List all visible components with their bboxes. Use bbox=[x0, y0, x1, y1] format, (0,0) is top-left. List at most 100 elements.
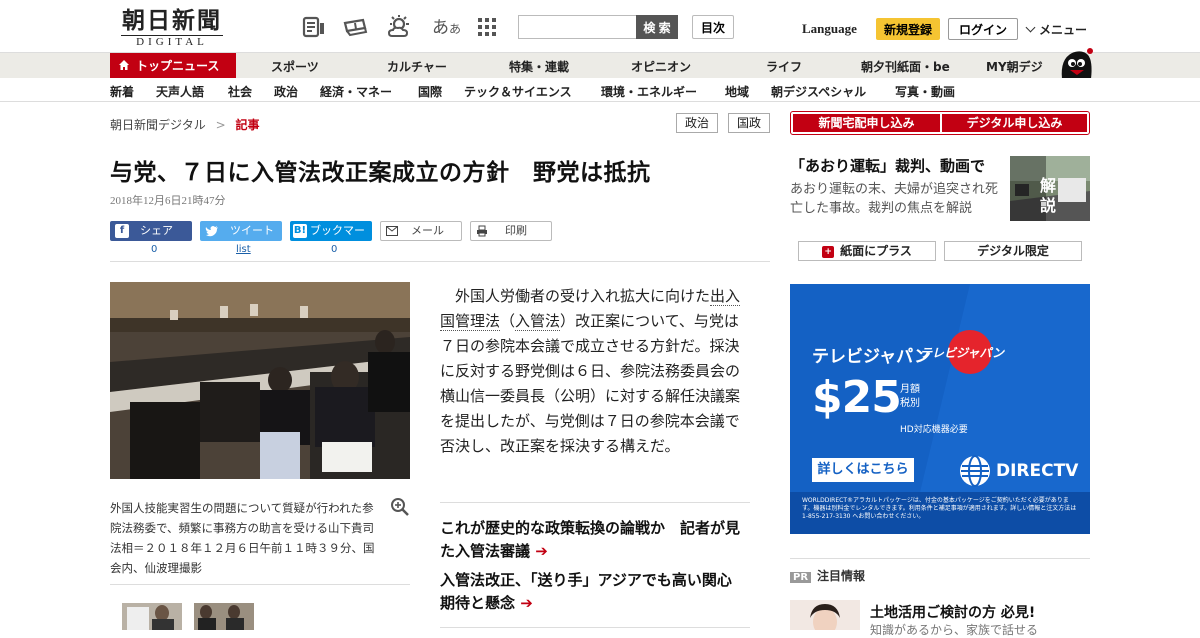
logo-kanji: 朝日新聞 bbox=[122, 7, 222, 34]
article-body: 外国人労働者の受け入れ拡大に向けた出入国管理法（入管法）改正案について、与党は７… bbox=[440, 287, 741, 455]
related-thumbnail[interactable] bbox=[194, 603, 254, 630]
pr-title[interactable]: 土地活用ご検討の方 必見! bbox=[870, 602, 1035, 622]
twitter-icon bbox=[205, 226, 218, 237]
menu-button[interactable]: メニュー bbox=[1025, 21, 1087, 38]
pr-header: PR 注目情報 bbox=[790, 558, 1090, 584]
pr-image bbox=[790, 600, 860, 630]
article-title: 与党、７日に入管法改正案成立の方針 野党は抵抗 bbox=[110, 160, 651, 186]
hatena-bookmark-button[interactable]: B! ブックマーク bbox=[290, 221, 372, 257]
ad-logo: テレビジャパン bbox=[920, 346, 1005, 360]
directv-globe-icon bbox=[960, 455, 990, 487]
font-size-icon[interactable]: ああ bbox=[432, 13, 461, 38]
twitter-count-link[interactable]: list bbox=[236, 244, 251, 255]
paper-plus-icon: + bbox=[822, 245, 835, 258]
language-link[interactable]: Language bbox=[802, 21, 857, 37]
nav-international[interactable]: 国際 bbox=[418, 83, 442, 100]
nav-tech[interactable]: テック＆サイエンス bbox=[464, 83, 572, 100]
advertisement[interactable]: テレビジャパン テレビジャパン $25 月額 税別 HD対応機器必要 詳しくはこち… bbox=[790, 284, 1090, 534]
primary-nav: トップニュース スポーツ カルチャー 特集・連載 オピニオン ライフ 朝夕刊紙面… bbox=[0, 48, 1200, 79]
ad-price: $25 bbox=[812, 372, 902, 423]
zoom-icon[interactable] bbox=[390, 497, 410, 517]
pr-thumbnail[interactable] bbox=[790, 600, 860, 630]
pr-badge: PR bbox=[790, 572, 812, 583]
search-input[interactable] bbox=[518, 15, 636, 39]
divider bbox=[110, 584, 410, 585]
breadcrumb-home[interactable]: 朝日新聞デジタル bbox=[110, 118, 206, 132]
mascot-icon bbox=[1061, 48, 1093, 79]
chevron-down-icon bbox=[1025, 22, 1036, 33]
ad-price-note: 月額 税別 bbox=[900, 384, 920, 409]
nav-society[interactable]: 社会 bbox=[228, 83, 252, 100]
hatena-count: 0 bbox=[331, 244, 338, 255]
ticket-icon[interactable] bbox=[342, 14, 368, 40]
register-button[interactable]: 新規登録 bbox=[876, 18, 940, 40]
promo-badge: 解説 bbox=[1040, 176, 1057, 215]
login-button[interactable]: ログイン bbox=[948, 18, 1018, 40]
logo-sub: DIGITAL bbox=[121, 35, 223, 49]
digital-only-button[interactable]: デジタル限定 bbox=[944, 241, 1082, 261]
secondary-nav: 新着 天声人語 社会 政治 経済・マネー 国際 テック＆サイエンス 環境・エネル… bbox=[0, 78, 1200, 102]
subscribe-box: 新聞宅配申し込み デジタル申し込み bbox=[790, 111, 1090, 135]
home-icon bbox=[119, 60, 129, 70]
newspaper-icon[interactable] bbox=[301, 14, 327, 40]
nav-sports[interactable]: スポーツ bbox=[271, 58, 319, 75]
article-date: 2018年12月6日21時47分 bbox=[110, 195, 226, 207]
nav-politics[interactable]: 政治 bbox=[274, 83, 298, 100]
nav-features[interactable]: 特集・連載 bbox=[509, 58, 569, 75]
breadcrumb-current: 記事 bbox=[235, 118, 260, 132]
nav-tensei[interactable]: 天声人語 bbox=[156, 83, 204, 100]
facebook-icon: f bbox=[115, 224, 129, 238]
nav-special[interactable]: 朝デジスペシャル bbox=[771, 83, 866, 100]
tag-national[interactable]: 国政 bbox=[728, 113, 770, 133]
breadcrumb: 朝日新聞デジタル > 記事 bbox=[110, 116, 260, 133]
article-photo[interactable] bbox=[110, 282, 410, 479]
facebook-share-button[interactable]: f シェア bbox=[110, 221, 192, 241]
nav-culture[interactable]: カルチャー bbox=[387, 58, 447, 75]
divider bbox=[440, 627, 750, 628]
nav-latest[interactable]: 新着 bbox=[110, 83, 134, 100]
grid-icon[interactable] bbox=[476, 16, 498, 38]
related-article-link[interactable]: 入管法改正、「送り手」アジアでも高い関心 期待と懸念 ➔ bbox=[440, 569, 750, 615]
nav-life[interactable]: ライフ bbox=[766, 58, 802, 75]
subscribe-digital-button[interactable]: デジタル申し込み bbox=[942, 114, 1087, 132]
print-icon bbox=[477, 225, 487, 237]
promo-title[interactable]: 「あおり運転」裁判、動画で bbox=[790, 155, 985, 176]
nav-opinion[interactable]: オピニオン bbox=[631, 58, 691, 75]
link-immigration-law-short[interactable]: 入管法 bbox=[515, 312, 561, 331]
hatena-icon: B! bbox=[293, 224, 307, 238]
ad-brand: テレビジャパン bbox=[812, 347, 931, 367]
breadcrumb-sep: > bbox=[215, 118, 226, 132]
thumbnail-image bbox=[122, 603, 182, 630]
search-button[interactable]: 検 索 bbox=[636, 15, 678, 39]
toc-button[interactable]: 目次 bbox=[692, 15, 734, 39]
ad-cta-button[interactable]: 詳しくはこちら bbox=[812, 458, 914, 482]
photo-caption: 外国人技能実習生の問題について質疑が行われた参院法務委で、頻繁に事務方の助言を受… bbox=[110, 501, 375, 575]
divider bbox=[440, 502, 750, 503]
promo-description: あおり運転の末、夫婦が追突され死亡した事故。裁判の焦点を解説 bbox=[790, 182, 999, 216]
facebook-count: 0 bbox=[151, 244, 158, 255]
nav-photo[interactable]: 写真・動画 bbox=[895, 83, 955, 100]
site-logo[interactable]: 朝日新聞 DIGITAL bbox=[117, 8, 227, 48]
promo-thumbnail[interactable]: 解説 bbox=[1010, 156, 1090, 221]
related-thumbnail[interactable] bbox=[122, 603, 182, 630]
nav-economy[interactable]: 経済・マネー bbox=[320, 83, 392, 100]
tag-politics[interactable]: 政治 bbox=[676, 113, 718, 133]
ad-hd-note: HD対応機器必要 bbox=[900, 425, 968, 435]
subscribe-paper-button[interactable]: 新聞宅配申し込み bbox=[793, 114, 940, 132]
nav-top-news[interactable]: トップニュース bbox=[110, 53, 236, 79]
related-article-link[interactable]: これが歴史的な政策転換の論戦か 記者が見た入管法審議 ➔ bbox=[440, 517, 750, 563]
mail-button[interactable]: メール bbox=[380, 221, 462, 241]
twitter-share-button[interactable]: ツイート bbox=[200, 221, 282, 241]
nav-my[interactable]: MY朝デジ bbox=[986, 58, 1043, 75]
nav-region[interactable]: 地域 bbox=[725, 83, 749, 100]
thumbnail-image bbox=[194, 603, 254, 630]
site-header: 朝日新聞 DIGITAL ああ 検 索 目次 Language 新規登録 ログイ… bbox=[0, 0, 1200, 52]
nav-paper[interactable]: 朝夕刊紙面・be bbox=[861, 58, 950, 75]
ad-provider: DIRECTV bbox=[996, 461, 1079, 481]
paper-plus-button[interactable]: + 紙面にプラス bbox=[798, 241, 936, 261]
nav-environment[interactable]: 環境・エネルギー bbox=[601, 83, 697, 100]
arrow-right-icon: ➔ bbox=[520, 594, 533, 612]
divider bbox=[110, 261, 770, 262]
weather-icon[interactable] bbox=[386, 14, 412, 40]
print-button[interactable]: 印刷 bbox=[470, 221, 552, 241]
